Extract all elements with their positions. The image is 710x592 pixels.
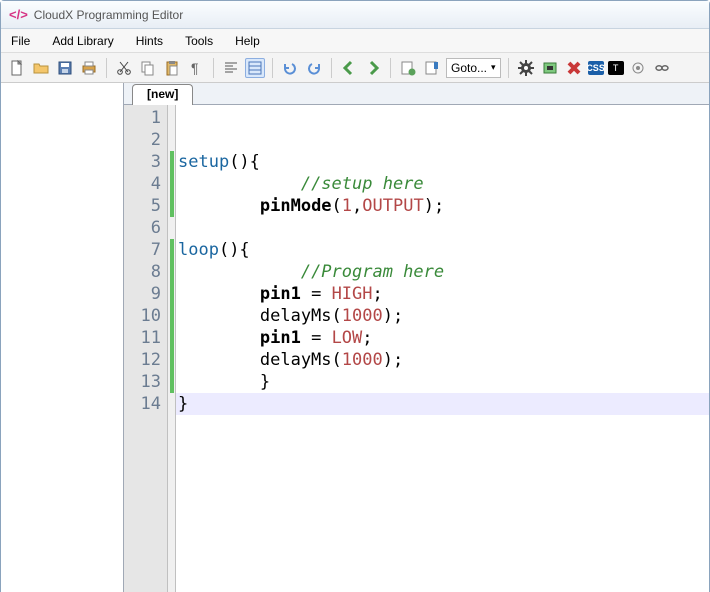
- editor: [new] 1234567891011121314 setup(){ //set…: [124, 83, 709, 592]
- menu-bar: File Add Library Hints Tools Help: [1, 29, 709, 53]
- separator: [508, 58, 509, 78]
- align-left-icon[interactable]: [221, 58, 241, 78]
- nav-forward-icon[interactable]: [363, 58, 383, 78]
- print-icon[interactable]: [79, 58, 99, 78]
- separator: [272, 58, 273, 78]
- stop-icon[interactable]: [564, 58, 584, 78]
- target-icon[interactable]: [628, 58, 648, 78]
- separator: [213, 58, 214, 78]
- menu-hints[interactable]: Hints: [136, 34, 163, 48]
- menu-help[interactable]: Help: [235, 34, 260, 48]
- cut-icon[interactable]: [114, 58, 134, 78]
- code-area[interactable]: 1234567891011121314 setup(){ //setup her…: [124, 105, 709, 592]
- window-title: CloudX Programming Editor: [34, 8, 183, 22]
- pilcrow-icon[interactable]: ¶: [186, 58, 206, 78]
- save-icon[interactable]: [55, 58, 75, 78]
- title-bar: </> CloudX Programming Editor: [1, 1, 709, 29]
- new-file-icon[interactable]: [7, 58, 27, 78]
- app-logo-icon: </>: [9, 7, 28, 22]
- project-pane[interactable]: [1, 83, 124, 592]
- gear-icon[interactable]: [516, 58, 536, 78]
- toggle-view-icon[interactable]: [245, 58, 265, 78]
- line-number-gutter: 1234567891011121314: [124, 105, 168, 592]
- separator: [106, 58, 107, 78]
- goto-dropdown[interactable]: Goto...▾: [446, 58, 501, 78]
- board-icon[interactable]: [540, 58, 560, 78]
- copy-icon[interactable]: [138, 58, 158, 78]
- tab-strip: [new]: [124, 83, 709, 105]
- undo-icon[interactable]: [280, 58, 300, 78]
- compile-icon[interactable]: [398, 58, 418, 78]
- separator: [390, 58, 391, 78]
- fold-column[interactable]: [168, 105, 176, 592]
- css-badge-icon[interactable]: CSS: [588, 61, 604, 75]
- menu-tools[interactable]: Tools: [185, 34, 213, 48]
- separator: [331, 58, 332, 78]
- terminal-icon[interactable]: T: [608, 61, 624, 75]
- menu-add-library[interactable]: Add Library: [52, 34, 113, 48]
- code-lines[interactable]: setup(){ //setup here pinMode(1,OUTPUT);…: [176, 105, 709, 592]
- workspace: [new] 1234567891011121314 setup(){ //set…: [1, 83, 709, 592]
- paste-icon[interactable]: [162, 58, 182, 78]
- redo-icon[interactable]: [304, 58, 324, 78]
- link-icon[interactable]: [652, 58, 672, 78]
- tab-new[interactable]: [new]: [132, 84, 193, 105]
- svg-text:¶: ¶: [191, 60, 199, 76]
- nav-back-icon[interactable]: [339, 58, 359, 78]
- open-file-icon[interactable]: [31, 58, 51, 78]
- toolbar: ¶ Goto...▾ CSS T: [1, 53, 709, 83]
- bookmark-icon[interactable]: [422, 58, 442, 78]
- menu-file[interactable]: File: [11, 34, 30, 48]
